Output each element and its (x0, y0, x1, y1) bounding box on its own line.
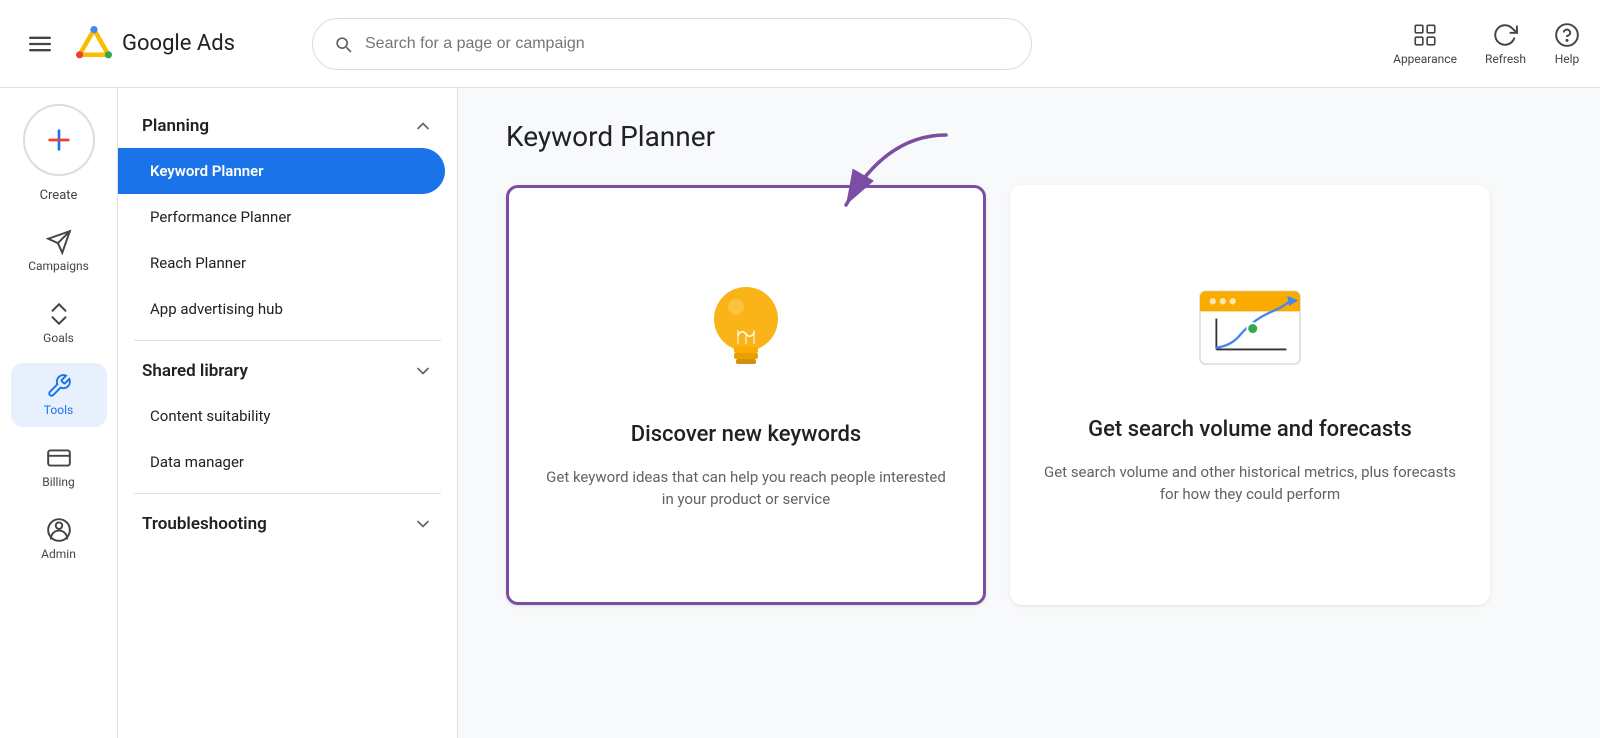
app-advertising-hub-label: App advertising hub (150, 300, 283, 318)
reach-planner-label: Reach Planner (150, 254, 246, 272)
appearance-button[interactable]: Appearance (1393, 22, 1457, 66)
data-manager-label: Data manager (150, 453, 244, 471)
sidebar-item-admin-label: Admin (41, 547, 76, 561)
refresh-label: Refresh (1485, 52, 1526, 66)
hamburger-button[interactable] (20, 24, 60, 64)
sidebar-item-tools[interactable]: Tools (11, 363, 107, 427)
content-area: Keyword Planner (458, 88, 1600, 738)
sub-nav-item-data-manager[interactable]: Data manager (118, 439, 445, 485)
campaigns-icon (46, 229, 72, 255)
billing-icon (46, 445, 72, 471)
sub-nav-item-performance-planner[interactable]: Performance Planner (118, 194, 445, 240)
troubleshooting-section-label: Troubleshooting (142, 514, 267, 534)
create-button[interactable] (23, 104, 95, 176)
sidebar-item-admin[interactable]: Admin (11, 507, 107, 571)
sub-nav-item-keyword-planner[interactable]: Keyword Planner (118, 148, 445, 194)
keyword-planner-label: Keyword Planner (150, 162, 264, 180)
shared-library-section-label: Shared library (142, 361, 248, 381)
sidebar: Create Campaigns Goals Tools (0, 88, 118, 738)
help-label: Help (1555, 52, 1580, 66)
create-label: Create (40, 188, 78, 203)
performance-planner-label: Performance Planner (150, 208, 291, 226)
tools-icon (46, 373, 72, 399)
top-nav: Google Ads Appearance Refresh Help (0, 0, 1600, 88)
troubleshooting-section-header[interactable]: Troubleshooting (118, 502, 457, 546)
cards-row: Discover new keywords Get keyword ideas … (506, 185, 1552, 605)
divider-2 (134, 493, 441, 494)
search-volume-desc: Get search volume and other historical m… (1042, 461, 1458, 506)
sidebar-item-tools-label: Tools (44, 403, 73, 417)
shared-library-expand-icon (413, 361, 433, 381)
discover-keywords-desc: Get keyword ideas that can help you reac… (541, 466, 951, 511)
content-suitability-label: Content suitability (150, 407, 270, 425)
sidebar-item-campaigns[interactable]: Campaigns (11, 219, 107, 283)
planning-collapse-icon (413, 116, 433, 136)
sub-nav-item-app-advertising-hub[interactable]: App advertising hub (118, 286, 445, 332)
goals-icon (46, 301, 72, 327)
help-button[interactable]: Help (1554, 22, 1580, 66)
sub-nav-item-reach-planner[interactable]: Reach Planner (118, 240, 445, 286)
admin-icon (46, 517, 72, 543)
search-icon (333, 34, 353, 54)
refresh-button[interactable]: Refresh (1485, 22, 1526, 66)
page-title: Keyword Planner (506, 120, 1552, 153)
search-volume-title: Get search volume and forecasts (1088, 416, 1412, 445)
planning-section-label: Planning (142, 116, 209, 136)
appearance-label: Appearance (1393, 52, 1457, 66)
chart-icon (1190, 284, 1310, 388)
troubleshooting-expand-icon (413, 514, 433, 534)
sidebar-item-campaigns-label: Campaigns (28, 259, 89, 273)
shared-library-section-header[interactable]: Shared library (118, 349, 457, 393)
search-volume-card[interactable]: Get search volume and forecasts Get sear… (1010, 185, 1490, 605)
sub-nav-item-content-suitability[interactable]: Content suitability (118, 393, 445, 439)
sidebar-item-billing[interactable]: Billing (11, 435, 107, 499)
divider-1 (134, 340, 441, 341)
main-layout: Create Campaigns Goals Tools (0, 88, 1600, 738)
app-name: Google Ads (122, 31, 235, 56)
sidebar-item-billing-label: Billing (42, 475, 75, 489)
logo-area: Google Ads (76, 26, 296, 62)
search-bar[interactable] (312, 18, 1032, 70)
nav-actions: Appearance Refresh Help (1393, 22, 1580, 66)
lightbulb-icon (696, 279, 796, 393)
sidebar-item-goals[interactable]: Goals (11, 291, 107, 355)
discover-keywords-card[interactable]: Discover new keywords Get keyword ideas … (506, 185, 986, 605)
google-ads-logo-icon (76, 26, 112, 62)
sidebar-item-goals-label: Goals (43, 331, 74, 345)
discover-keywords-title: Discover new keywords (631, 421, 862, 450)
sub-nav: Planning Keyword Planner Performance Pla… (118, 88, 458, 738)
search-input[interactable] (365, 35, 1011, 53)
planning-section-header[interactable]: Planning (118, 104, 457, 148)
